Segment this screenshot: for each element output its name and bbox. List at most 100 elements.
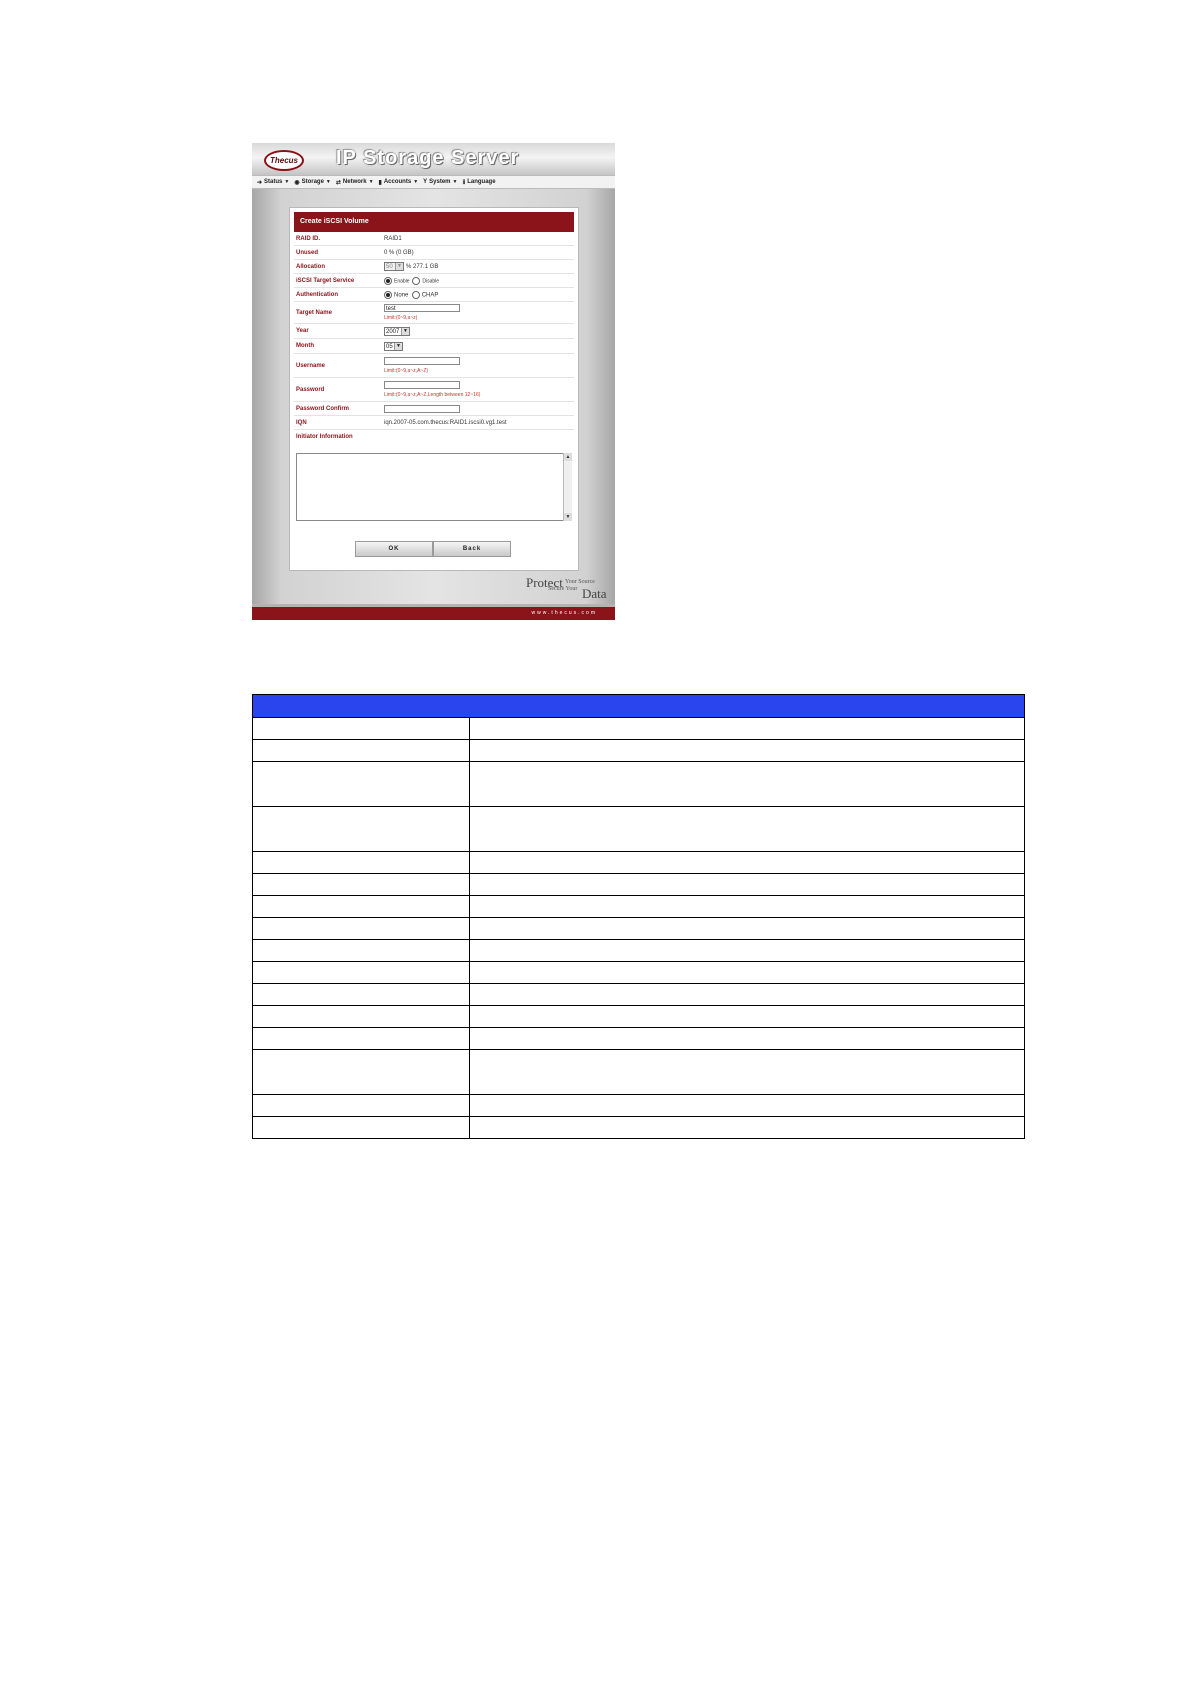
allocation-selected: 50 (386, 264, 393, 270)
table-cell (252, 1005, 470, 1028)
unused-row: Unused 0 % (0 GB) (294, 246, 574, 260)
username-input[interactable] (384, 357, 460, 365)
password-label: Password (296, 387, 325, 393)
table-cell (469, 873, 1025, 896)
table-row (252, 873, 1025, 896)
menu-storage[interactable]: ◉ Storage ▼ (294, 179, 331, 186)
raid-id-row: RAID ID. RAID1 (294, 233, 574, 246)
menu-label: System (429, 179, 451, 185)
target-name-input[interactable]: test (384, 304, 460, 312)
month-selected: 05 (386, 344, 393, 350)
tagline-data: Data (582, 586, 607, 601)
table-cell (469, 917, 1025, 940)
table-cell (469, 1094, 1025, 1117)
none-label: None (394, 292, 409, 299)
table-row (252, 851, 1025, 874)
table-row (252, 739, 1025, 762)
table-row (252, 895, 1025, 918)
year-select[interactable]: 2007 ▼ (384, 327, 410, 336)
disable-radio[interactable] (412, 277, 421, 285)
menu-label: Accounts (383, 179, 412, 185)
allocation-select[interactable]: 50 ▼ (384, 262, 404, 271)
unused-label: Unused (296, 250, 319, 256)
footer-url: www.thecus.com (531, 610, 597, 616)
table-cell (252, 961, 470, 984)
table-cell (469, 983, 1025, 1006)
iqn-label: IQN (296, 420, 307, 426)
menu-status[interactable]: ➜ Status ▼ (257, 179, 289, 186)
table-cell (469, 1005, 1025, 1028)
table-cell (252, 983, 470, 1006)
storage-disc-icon: ◉ (294, 179, 300, 186)
password-row: Password Limit:(0~9,a~z,A~Z,Length betwe… (294, 378, 574, 402)
table-cell (252, 1116, 470, 1139)
year-label: Year (296, 328, 309, 334)
enable-radio[interactable] (384, 277, 392, 285)
table-cell (252, 895, 470, 918)
caret-down-icon: ▼ (325, 179, 331, 185)
description-table (252, 694, 1025, 1139)
authentication-options: None CHAP (384, 291, 438, 299)
main-menu: ➜ Status ▼ ◉ Storage ▼ ⇄ Network ▼ ▮ Accounts ▼ … (252, 175, 615, 189)
table-cell (469, 806, 1025, 852)
allocation-label: Allocation (296, 264, 326, 270)
password-input[interactable] (384, 381, 460, 389)
iqn-row: IQN iqn.2007-05.com.thecus:RAID1.iscsi0.… (294, 416, 574, 430)
table-row (252, 806, 1025, 852)
table-cell (252, 806, 470, 852)
month-label: Month (296, 343, 314, 349)
authentication-row: Authentication None CHAP (294, 288, 574, 302)
table-row (252, 1027, 1025, 1050)
table-cell (252, 717, 470, 740)
target-service-row: iSCSI Target Service Enable Disable (294, 274, 574, 288)
header-banner: Thecus IP Storage Server (252, 143, 615, 175)
tagline-your-source: Your Source (565, 579, 595, 585)
password-confirm-input[interactable] (384, 405, 460, 413)
action-buttons: OK Back (355, 541, 511, 557)
none-radio[interactable] (384, 291, 392, 299)
chevron-down-icon: ▼ (401, 328, 409, 335)
table-cell (252, 851, 470, 874)
target-service-options: Enable Disable (384, 277, 439, 285)
table-cell (469, 1049, 1025, 1095)
target-name-label: Target Name (296, 310, 332, 316)
menu-accounts[interactable]: ▮ Accounts ▼ (379, 179, 419, 186)
password-confirm-label: Password Confirm (296, 406, 350, 412)
table-cell (252, 873, 470, 896)
thecus-logo: Thecus (264, 150, 304, 171)
accounts-icon: ▮ (378, 179, 382, 186)
password-confirm-row: Password Confirm (294, 402, 574, 416)
chap-radio[interactable] (411, 291, 420, 299)
form-title: Create iSCSI Volume (294, 212, 574, 232)
menu-system[interactable]: Y System ▼ (423, 179, 457, 185)
table-cell (469, 739, 1025, 762)
target-service-label: iSCSI Target Service (296, 278, 355, 284)
menu-label: Network (342, 179, 367, 185)
table-cell (469, 1027, 1025, 1050)
chevron-down-icon: ▼ (395, 263, 403, 270)
year-selected: 2007 (386, 329, 400, 335)
footer-bar: www.thecus.com (252, 604, 615, 620)
initiator-textarea[interactable] (296, 453, 572, 521)
app-title: IP Storage Server (336, 147, 520, 169)
table-row (252, 961, 1025, 984)
language-icon: ⅱ (462, 179, 466, 186)
disable-label: Disable (422, 278, 440, 285)
raid-id-value: RAID1 (384, 236, 402, 242)
ok-button[interactable]: OK (355, 541, 433, 557)
caret-down-icon: ▼ (452, 179, 458, 185)
iscsi-screenshot: Thecus IP Storage Server ➜ Status ▼ ◉ Stora… (252, 143, 615, 620)
table-cell (252, 917, 470, 940)
back-button[interactable]: Back (433, 541, 511, 557)
menu-language[interactable]: ⅱ Language (462, 179, 495, 186)
table-row (252, 917, 1025, 940)
raid-id-label: RAID ID. (296, 236, 320, 242)
username-hint: Limit:(0~9,a~z,A~Z) (384, 368, 429, 374)
table-header (252, 694, 1025, 718)
table-cell (469, 717, 1025, 740)
caret-down-icon: ▼ (413, 179, 419, 185)
menu-network[interactable]: ⇄ Network ▼ (336, 179, 374, 186)
table-row (252, 983, 1025, 1006)
month-select[interactable]: 05 ▼ (384, 342, 403, 351)
table-cell (252, 1094, 470, 1117)
